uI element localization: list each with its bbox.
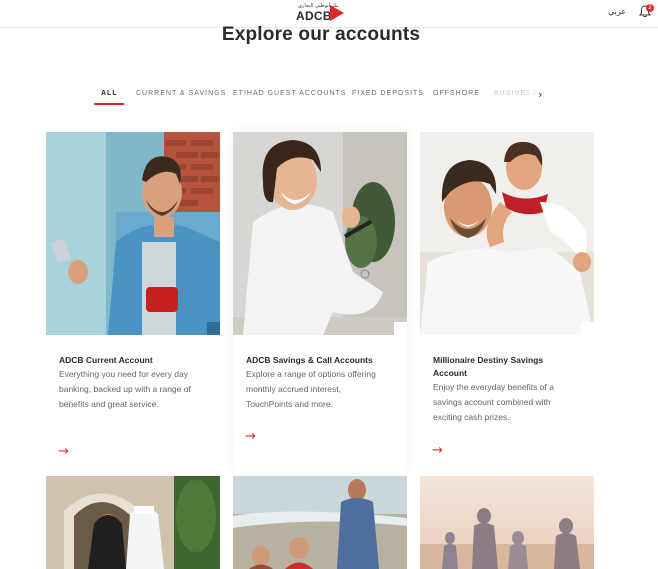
- account-card-row2-3[interactable]: [420, 476, 594, 569]
- notification-count-badge: 2: [646, 4, 654, 12]
- card-image-savings-account: [233, 132, 407, 335]
- account-card-current[interactable]: ADCB Current Account Everything you need…: [46, 132, 220, 472]
- card-image-corner: [394, 322, 407, 335]
- tab-etihad-guest-accounts[interactable]: ETIHAD GUEST ACCOUNTS: [233, 90, 346, 97]
- notification-bell-icon[interactable]: 2: [639, 4, 654, 19]
- account-card-millionaire-destiny[interactable]: Millionaire Destiny Savings Account Enjo…: [420, 132, 594, 472]
- adcb-logo[interactable]: بنك أبوظبي التجاري ADCB: [296, 3, 348, 23]
- chevron-right-icon[interactable]: ›: [538, 88, 542, 101]
- card-title[interactable]: Millionaire Destiny Savings Account: [433, 354, 563, 380]
- card-description: Explore a range of options offering mont…: [246, 369, 376, 409]
- card-title[interactable]: ADCB Current Account: [59, 354, 209, 367]
- arrow-right-icon[interactable]: →: [245, 429, 256, 444]
- account-card-savings[interactable]: ADCB Savings & Call Accounts Explore a r…: [233, 132, 407, 472]
- tab-offshore[interactable]: OFFSHORE: [433, 90, 480, 97]
- active-tab-indicator: [94, 103, 124, 105]
- card-image-beach-family: [233, 476, 407, 569]
- card-title[interactable]: ADCB Savings & Call Accounts: [246, 354, 396, 367]
- card-image-sunset-family: [420, 476, 594, 569]
- arrow-right-icon[interactable]: →: [58, 444, 69, 459]
- tab-current-savings[interactable]: CURRENT & SAVINGS: [136, 90, 226, 97]
- card-image-current-account: [46, 132, 220, 335]
- account-card-row2-2[interactable]: [233, 476, 407, 569]
- logo-mark-icon: [330, 5, 344, 21]
- card-description: Everything you need for every day bankin…: [59, 369, 191, 409]
- tab-fixed-deposits[interactable]: FIXED DEPOSITS: [352, 90, 424, 97]
- logo-text: ADCB: [296, 9, 332, 23]
- tab-all[interactable]: ALL: [101, 90, 118, 97]
- account-card-row2-1[interactable]: [46, 476, 220, 569]
- card-image-family-arch: [46, 476, 220, 569]
- language-switch-link[interactable]: عربي: [608, 7, 626, 16]
- page-title: Explore our accounts: [221, 24, 421, 45]
- card-image-corner: [207, 322, 220, 335]
- card-image-corner: [581, 322, 594, 335]
- card-description: Enjoy the everyday benefits of a savings…: [433, 382, 554, 422]
- account-category-tabs: ALL CURRENT & SAVINGS ETIHAD GUEST ACCOU…: [92, 88, 552, 108]
- arrow-right-icon[interactable]: →: [432, 443, 443, 458]
- card-image-millionaire-destiny: [420, 132, 594, 335]
